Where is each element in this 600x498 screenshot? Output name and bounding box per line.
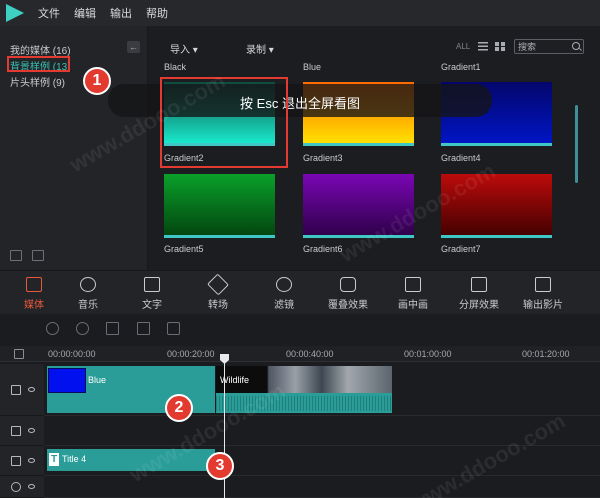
clip-blue-label: Blue	[88, 375, 107, 385]
search-input[interactable]	[518, 41, 570, 52]
eye-icon[interactable]	[28, 428, 35, 433]
tile-label-gradient1: Gradient1	[441, 62, 481, 72]
tick-label-60s: 00:01:00:00	[404, 349, 452, 359]
pip-track-header	[0, 416, 44, 446]
filter-icon	[276, 277, 292, 292]
tool-filter[interactable]: 滤镜	[254, 271, 314, 315]
time-ruler[interactable]: 00:00:00:00 00:00:20:00 00:00:40:00 00:0…	[0, 346, 600, 362]
eye-icon[interactable]	[28, 387, 35, 392]
delete-folder-icon[interactable]	[32, 250, 44, 261]
undo-icon[interactable]	[46, 322, 59, 335]
tool-picture-in-picture[interactable]: 画中画	[383, 271, 443, 315]
timeline-panel: 00:00:00:00 00:00:20:00 00:00:40:00 00:0…	[0, 314, 600, 498]
video-track-header	[0, 364, 44, 416]
record-dropdown[interactable]: 录制 ▾	[246, 41, 274, 56]
delete-icon[interactable]	[167, 322, 180, 335]
music-note-icon	[80, 277, 96, 292]
title-t-icon: T	[49, 453, 59, 466]
title-track-header	[0, 446, 44, 476]
library-item-intro-samples[interactable]: 片头样例 (9)	[10, 74, 65, 89]
tile-label-gradient5: Gradient5	[164, 244, 204, 254]
clip-title-label: Title 4	[62, 454, 87, 464]
title-track-icon	[11, 456, 21, 466]
search-icon[interactable]	[572, 42, 580, 50]
menu-edit[interactable]: 编辑	[74, 5, 96, 21]
tool-overlay[interactable]: 覆叠效果	[318, 271, 378, 315]
tick-label-40s: 00:00:40:00	[286, 349, 334, 359]
tick-label-20s: 00:00:20:00	[167, 349, 215, 359]
tool-text[interactable]: 文字	[122, 271, 182, 315]
audio-track-header	[0, 476, 44, 498]
tile-label-black: Black	[164, 62, 187, 72]
speaker-icon[interactable]	[28, 484, 35, 489]
highlight-box-library-item	[7, 56, 70, 72]
tool-export-video[interactable]: 输出影片	[513, 271, 573, 315]
tool-media[interactable]: 媒体	[4, 271, 64, 315]
menu-file[interactable]: 文件	[38, 5, 60, 21]
tool-music[interactable]: 音乐	[58, 271, 118, 315]
music-note-icon	[11, 482, 21, 492]
tool-transition[interactable]: 转场	[188, 271, 248, 315]
tile-label-blue: Blue	[303, 62, 322, 72]
overlay-icon	[340, 277, 356, 292]
search-box[interactable]	[514, 39, 584, 54]
clip-blue-thumbnail	[48, 368, 86, 393]
folder-icon	[26, 277, 42, 292]
add-folder-icon[interactable]	[10, 250, 22, 261]
tile-label-gradient7: Gradient7	[441, 244, 481, 254]
transition-icon	[207, 273, 229, 296]
playhead-handle[interactable]	[220, 354, 229, 364]
snap-icon[interactable]	[14, 349, 24, 359]
annotation-marker-1: 1	[83, 67, 111, 95]
pip-track-icon	[11, 426, 21, 436]
title-bar: 文件 编辑 输出 帮助	[0, 0, 600, 26]
picture-in-picture-icon	[405, 277, 421, 292]
annotation-marker-2: 2	[165, 394, 193, 422]
tile-label-gradient4: Gradient4	[441, 153, 481, 163]
tick-label-80s: 00:01:20:00	[522, 349, 570, 359]
library-item-my-media[interactable]: 我的媒体 (16)	[10, 42, 71, 57]
export-icon	[535, 277, 551, 292]
menu-export[interactable]: 输出	[110, 5, 132, 21]
filter-all[interactable]: ALL	[456, 42, 470, 51]
text-icon	[144, 277, 160, 292]
app-logo-icon	[6, 4, 24, 22]
grid-view-icon[interactable]	[495, 42, 505, 51]
collapse-panel-button[interactable]: ←	[127, 41, 140, 53]
tick-label-0: 00:00:00:00	[48, 349, 96, 359]
menu-help[interactable]: 帮助	[146, 5, 168, 21]
media-scrollbar[interactable]	[575, 105, 578, 183]
tool-split-screen[interactable]: 分屏效果	[449, 271, 509, 315]
import-dropdown[interactable]: 导入 ▾	[170, 41, 198, 56]
audio-track[interactable]	[44, 476, 600, 498]
tile-label-gradient3: Gradient3	[303, 153, 343, 163]
eye-icon[interactable]	[28, 458, 35, 463]
list-view-icon[interactable]	[478, 42, 488, 51]
annotation-marker-3: 3	[206, 452, 234, 480]
function-toolbar: 媒体 音乐 文字 转场 滤镜 覆叠效果 画中画 分屏效果 输出影片	[0, 270, 600, 314]
thumbnail-gradient5[interactable]	[164, 174, 275, 238]
redo-icon[interactable]	[76, 322, 89, 335]
video-track-icon	[11, 385, 21, 395]
cut-icon[interactable]	[137, 322, 150, 335]
adjust-icon[interactable]	[106, 322, 119, 335]
split-screen-icon	[471, 277, 487, 292]
